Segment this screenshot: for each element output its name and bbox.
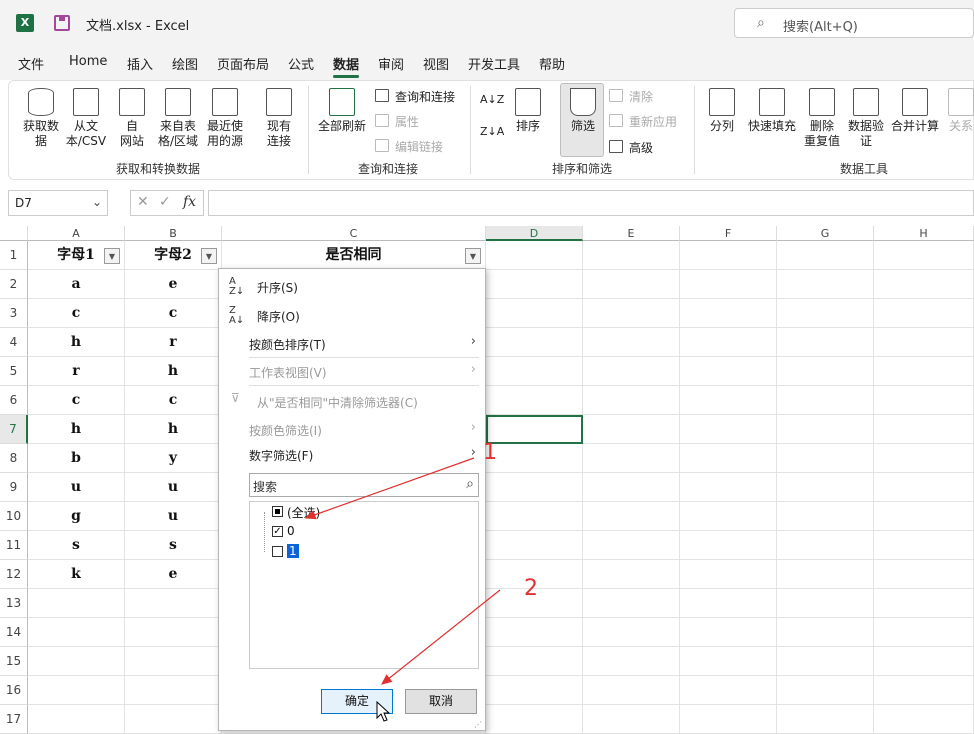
arrow-1 xyxy=(304,457,475,520)
arrow-2 xyxy=(381,589,501,685)
annotation-number-2: 2 xyxy=(524,576,538,601)
annotation-arrows xyxy=(304,457,501,685)
annotation-number-1: 1 xyxy=(483,440,497,465)
